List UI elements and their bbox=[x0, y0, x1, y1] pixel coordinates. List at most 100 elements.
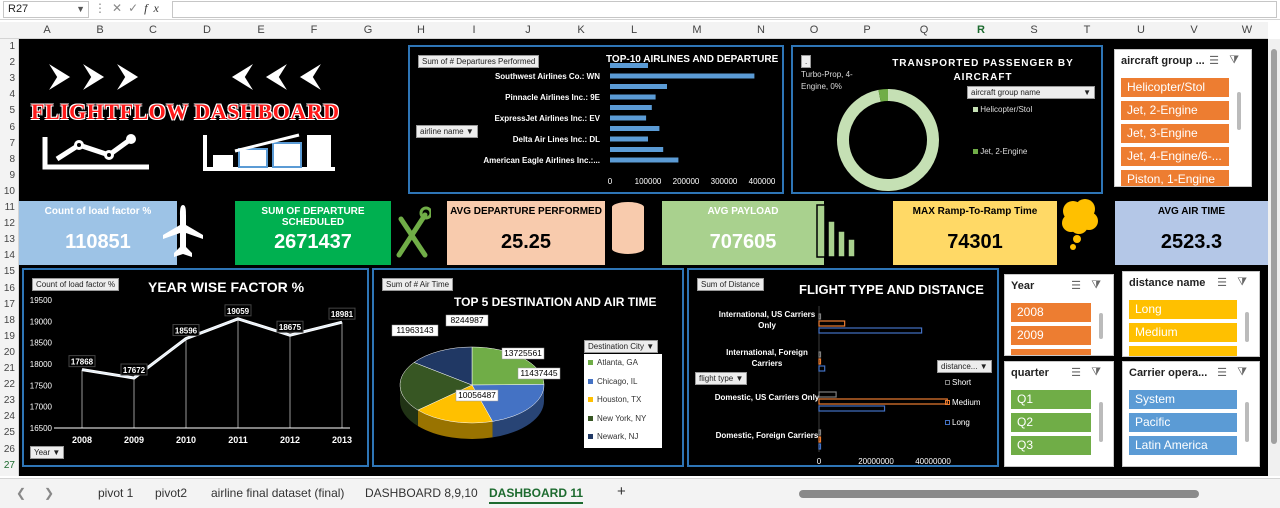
clear-filter-icon[interactable]: ⧩ bbox=[1237, 366, 1247, 379]
column-header-E[interactable]: E bbox=[257, 24, 264, 36]
vertical-scrollbar[interactable] bbox=[1268, 39, 1280, 476]
clear-filter-icon[interactable]: ⧩ bbox=[1091, 279, 1101, 292]
more-options-icon[interactable]: ⋮ bbox=[94, 1, 112, 15]
column-header-B[interactable]: B bbox=[96, 24, 103, 36]
row-header-19[interactable]: 19 bbox=[4, 331, 15, 342]
column-header-U[interactable]: U bbox=[1137, 24, 1145, 36]
slicer-item[interactable]: Long bbox=[1129, 300, 1237, 319]
column-header-V[interactable]: V bbox=[1190, 24, 1197, 36]
row-header-8[interactable]: 8 bbox=[9, 154, 15, 165]
destination-pie-panel[interactable]: Sum of # Air Time TOP 5 DESTINATION AND … bbox=[372, 268, 684, 467]
next-sheet-icon[interactable]: ❯ bbox=[44, 486, 54, 500]
column-header-P[interactable]: P bbox=[863, 24, 870, 36]
clear-filter-icon[interactable]: ⧩ bbox=[1237, 276, 1247, 289]
slicer-item[interactable]: Pacific bbox=[1129, 413, 1237, 432]
slicer-item[interactable]: Q2 bbox=[1011, 413, 1091, 432]
row-header-2[interactable]: 2 bbox=[9, 57, 15, 68]
donut-chart-panel[interactable]: . TRANSPORTED PASSENGER BY AIRCRAFT Turb… bbox=[791, 45, 1103, 194]
column-header-S[interactable]: S bbox=[1030, 24, 1037, 36]
row-header-13[interactable]: 13 bbox=[4, 234, 15, 245]
column-header-D[interactable]: D bbox=[203, 24, 211, 36]
scrollbar-thumb[interactable] bbox=[1271, 49, 1277, 444]
add-sheet-icon[interactable]: + bbox=[617, 483, 626, 500]
slicer-item[interactable]: Q3 bbox=[1011, 436, 1091, 455]
row-header-9[interactable]: 9 bbox=[9, 170, 15, 181]
clear-filter-icon[interactable]: ⧩ bbox=[1229, 54, 1239, 67]
slicer-scrollbar[interactable] bbox=[1237, 92, 1241, 130]
row-header-7[interactable]: 7 bbox=[9, 138, 15, 149]
slicer-item[interactable]: Piston, 1-Engine bbox=[1121, 170, 1229, 186]
top10-chart-panel[interactable]: Sum of # Departures Performed TOP-10 AIR… bbox=[408, 45, 784, 194]
row-header-16[interactable]: 16 bbox=[4, 283, 15, 294]
row-header-14[interactable]: 14 bbox=[4, 250, 15, 261]
clear-filter-icon[interactable]: ⧩ bbox=[1091, 366, 1101, 379]
slicer-2[interactable]: distance name ☰ ⧩ Long Medium bbox=[1122, 271, 1260, 357]
scrollbar-thumb[interactable] bbox=[799, 490, 1199, 498]
slicer-1[interactable]: Year ☰ ⧩ 2008 2009 bbox=[1004, 274, 1114, 356]
column-header-T[interactable]: T bbox=[1084, 24, 1091, 36]
prev-sheet-icon[interactable]: ❮ bbox=[16, 486, 26, 500]
flight-type-panel[interactable]: Sum of Distance FLIGHT TYPE AND DISTANCE… bbox=[687, 268, 999, 467]
name-box[interactable]: R27 ▼ bbox=[3, 1, 89, 18]
multi-select-icon[interactable]: ☰ bbox=[1071, 279, 1081, 292]
tab-pivot2[interactable]: pivot2 bbox=[155, 486, 187, 500]
slicer-item[interactable]: Helicopter/Stol bbox=[1121, 78, 1229, 97]
row-header-5[interactable]: 5 bbox=[9, 105, 15, 116]
row-header-1[interactable]: 1 bbox=[9, 41, 15, 52]
row-header-21[interactable]: 21 bbox=[4, 363, 15, 374]
confirm-icon[interactable]: ✓ bbox=[128, 1, 144, 15]
year-chart-panel[interactable]: Count of load factor % YEAR WISE FACTOR … bbox=[22, 268, 369, 467]
slicer-item[interactable]: 2009 bbox=[1011, 326, 1091, 345]
row-header-17[interactable]: 17 bbox=[4, 299, 15, 310]
slicer-item[interactable] bbox=[1011, 349, 1091, 355]
row-header-24[interactable]: 24 bbox=[4, 411, 15, 422]
column-header-M[interactable]: M bbox=[692, 24, 701, 36]
slicer-item[interactable]: Jet, 4-Engine/6-... bbox=[1121, 147, 1229, 166]
row-header-23[interactable]: 23 bbox=[4, 395, 15, 406]
row-header-27[interactable]: 27 bbox=[4, 460, 15, 471]
multi-select-icon[interactable]: ☰ bbox=[1217, 276, 1227, 289]
row-header-10[interactable]: 10 bbox=[4, 186, 15, 197]
row-header-11[interactable]: 11 bbox=[5, 202, 15, 213]
slicer-item[interactable]: Q1 bbox=[1011, 390, 1091, 409]
row-header-26[interactable]: 26 bbox=[4, 444, 15, 455]
row-header-4[interactable]: 4 bbox=[9, 89, 15, 100]
slicer-scrollbar[interactable] bbox=[1099, 313, 1103, 339]
slicer-4[interactable]: Carrier opera... ☰ ⧩ System Pacific Latin Ame… bbox=[1122, 361, 1260, 467]
column-header-R[interactable]: R bbox=[977, 24, 985, 36]
row-header-3[interactable]: 3 bbox=[9, 73, 15, 84]
row-header-18[interactable]: 18 bbox=[4, 315, 15, 326]
slicer-item[interactable]: Jet, 2-Engine bbox=[1121, 101, 1229, 120]
row-header-6[interactable]: 6 bbox=[9, 122, 15, 133]
horizontal-scrollbar[interactable] bbox=[795, 489, 1273, 499]
slicer-item[interactable] bbox=[1129, 346, 1237, 356]
column-header-O[interactable]: O bbox=[810, 24, 819, 36]
slicer-0[interactable]: aircraft group ... ☰ ⧩ Helicopter/Stol Jet, … bbox=[1114, 49, 1252, 187]
slicer-scrollbar[interactable] bbox=[1099, 402, 1103, 442]
field-button-donut[interactable]: . bbox=[801, 55, 812, 68]
slicer-scrollbar[interactable] bbox=[1245, 402, 1249, 442]
column-header-L[interactable]: L bbox=[631, 24, 637, 36]
column-header-H[interactable]: H bbox=[417, 24, 425, 36]
column-header-F[interactable]: F bbox=[311, 24, 318, 36]
tab-dashboard-11[interactable]: DASHBOARD 11 bbox=[489, 486, 584, 504]
slicer-item[interactable]: Jet, 3-Engine bbox=[1121, 124, 1229, 143]
cancel-icon[interactable]: ✕ bbox=[112, 1, 128, 15]
column-header-A[interactable]: A bbox=[43, 24, 50, 36]
multi-select-icon[interactable]: ☰ bbox=[1217, 366, 1227, 379]
formula-input[interactable] bbox=[172, 1, 1277, 18]
column-header-N[interactable]: N bbox=[757, 24, 765, 36]
row-header-20[interactable]: 20 bbox=[4, 347, 15, 358]
tab-dashboard-8-9-10[interactable]: DASHBOARD 8,9,10 bbox=[365, 486, 478, 500]
slicer-scrollbar[interactable] bbox=[1245, 312, 1249, 342]
tab-pivot-1[interactable]: pivot 1 bbox=[98, 486, 133, 500]
multi-select-icon[interactable]: ☰ bbox=[1209, 54, 1219, 67]
slicer-item[interactable]: System bbox=[1129, 390, 1237, 409]
slicer-item[interactable]: Latin America bbox=[1129, 436, 1237, 455]
slicer-3[interactable]: quarter ☰ ⧩ Q1 Q2 Q3 bbox=[1004, 361, 1114, 467]
column-header-W[interactable]: W bbox=[1242, 24, 1252, 36]
column-header-K[interactable]: K bbox=[577, 24, 584, 36]
slicer-item[interactable]: Medium bbox=[1129, 323, 1237, 342]
chevron-down-icon[interactable]: ▼ bbox=[76, 2, 85, 17]
slicer-item[interactable]: 2008 bbox=[1011, 303, 1091, 322]
